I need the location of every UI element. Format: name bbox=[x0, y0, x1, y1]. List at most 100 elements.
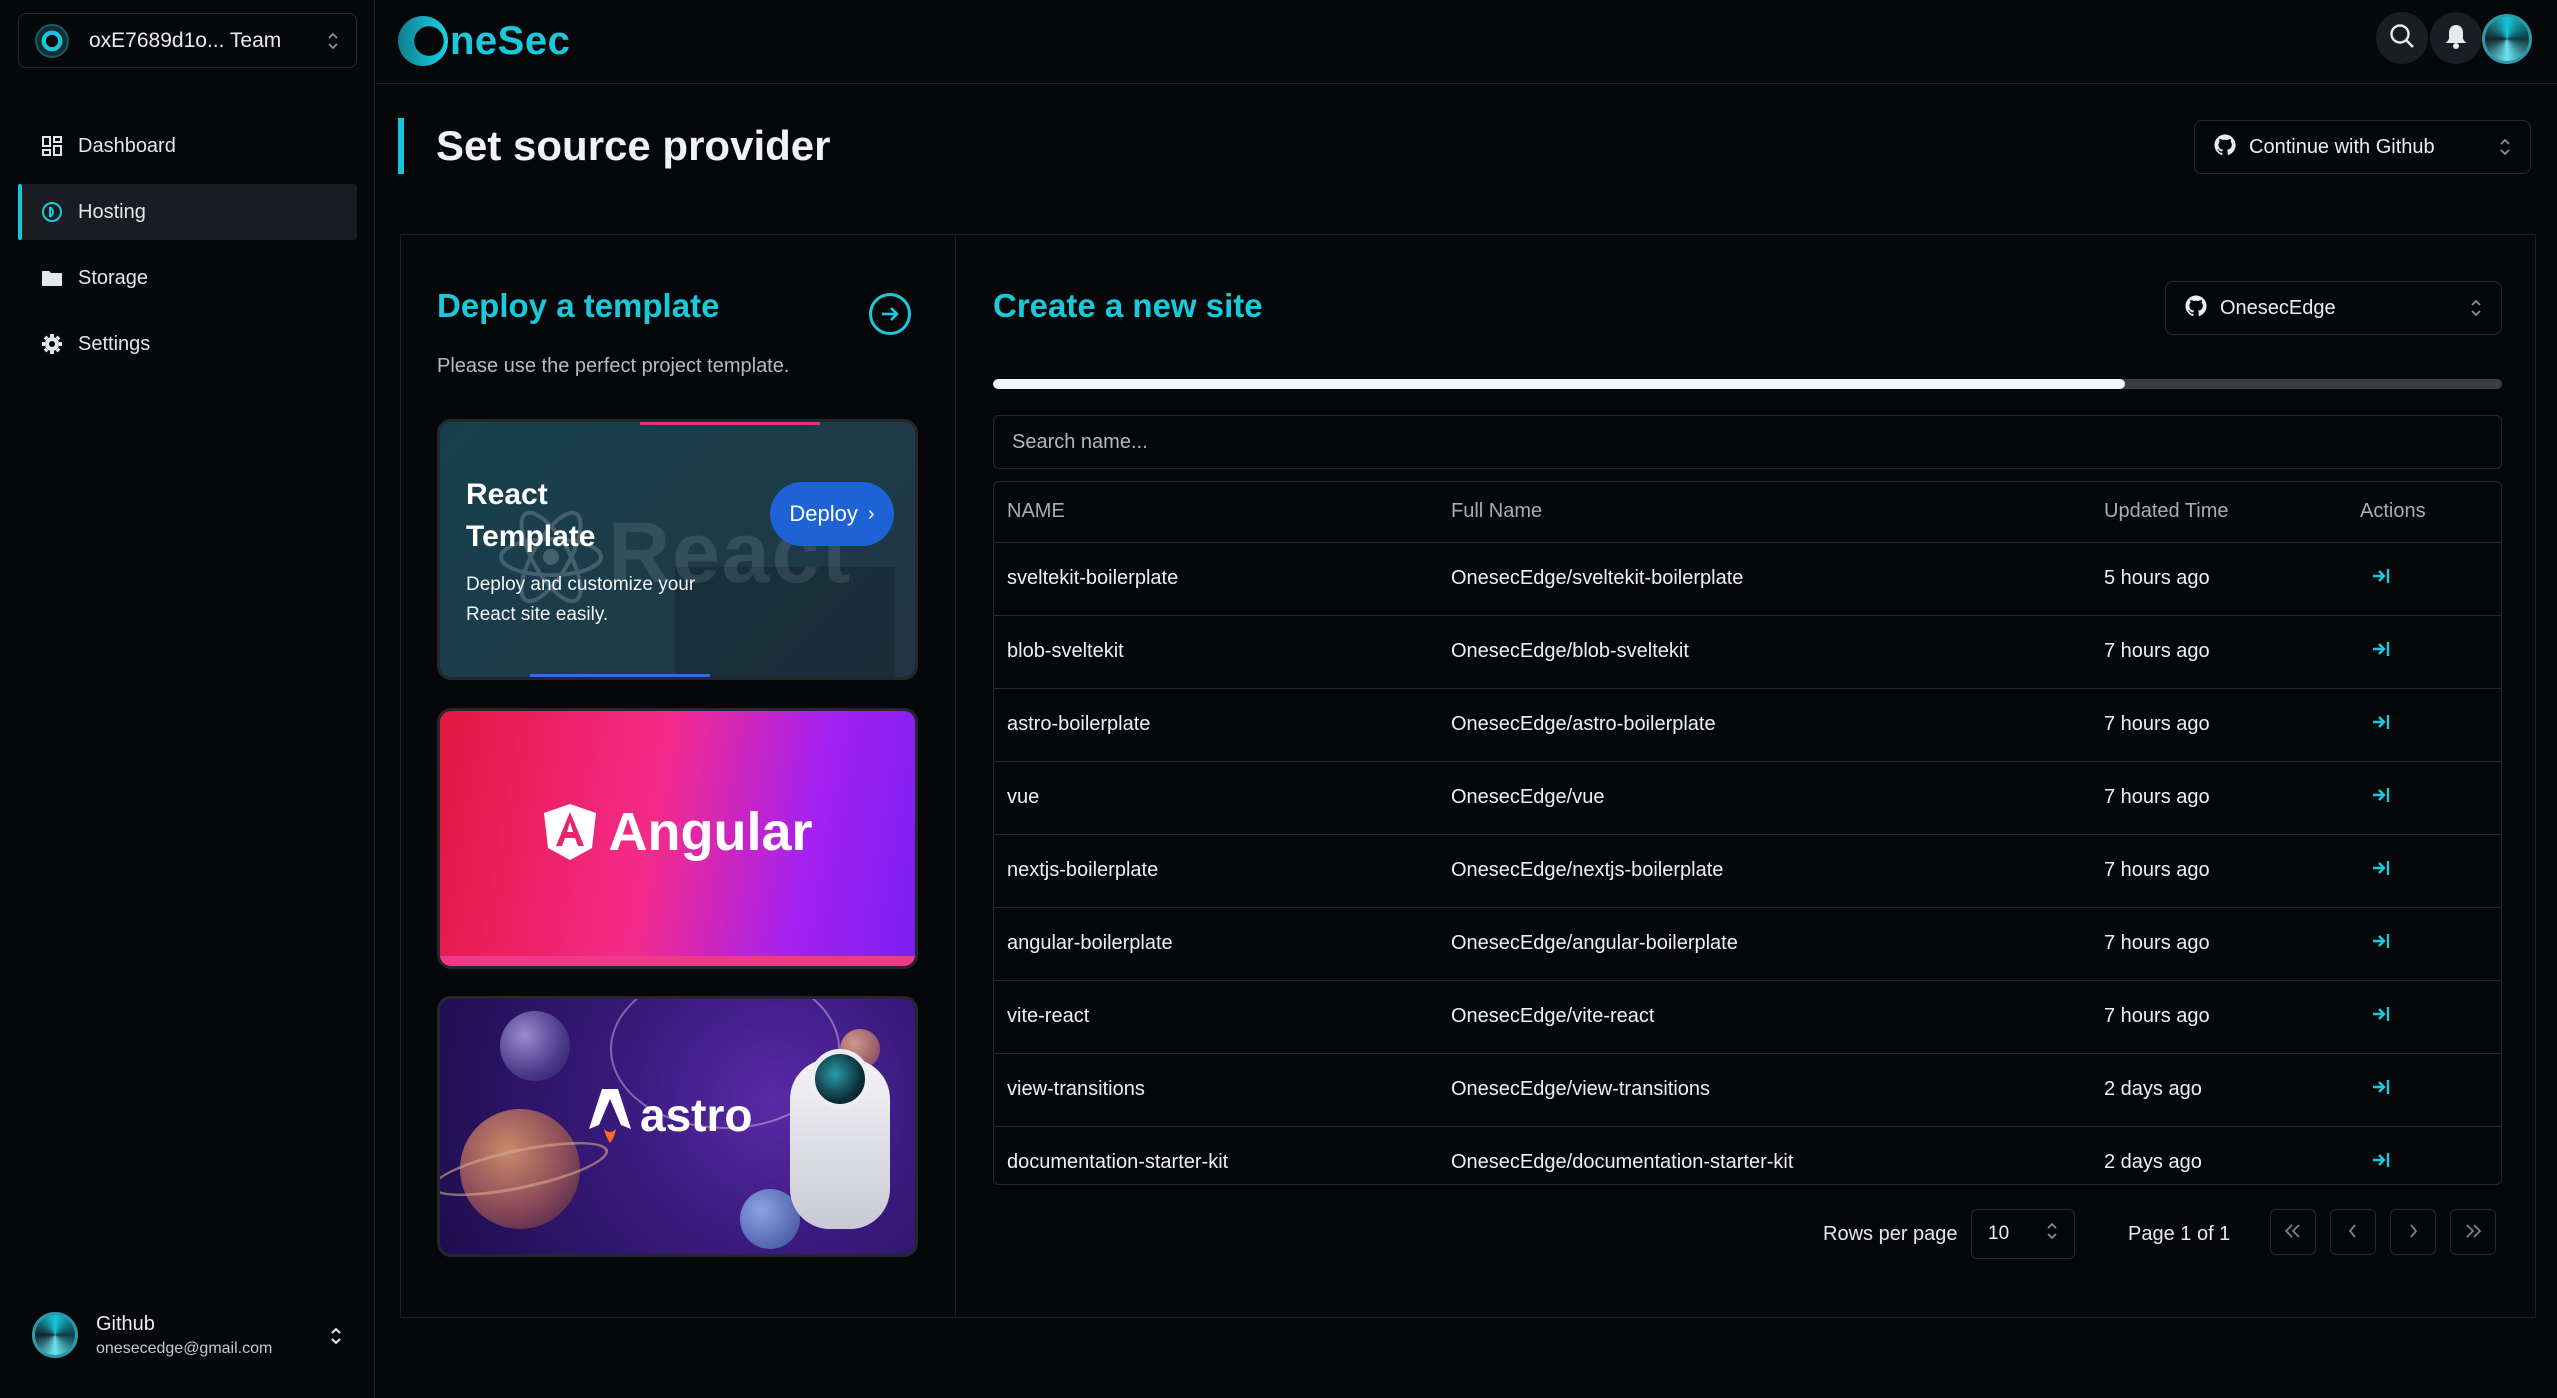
repo-updated-time: 2 days ago bbox=[2104, 1151, 2202, 1174]
planet-image bbox=[500, 1011, 570, 1081]
sidebar-item-label: Settings bbox=[78, 332, 151, 355]
actions-cell bbox=[2347, 907, 2501, 981]
angular-logo: Angular bbox=[440, 801, 915, 863]
repo-updated-time: 7 hours ago bbox=[2091, 688, 2347, 762]
chevron-up-down-icon bbox=[2469, 298, 2483, 318]
table-row[interactable]: documentation-starter-kit OnesecEdge/docu… bbox=[994, 1126, 2501, 1184]
search-icon bbox=[2388, 22, 2416, 55]
decorative-line bbox=[640, 422, 820, 425]
table-row[interactable]: nextjs-boilerplate OnesecEdge/nextjs-boil… bbox=[994, 834, 2501, 908]
chevron-up-down-icon bbox=[2046, 1222, 2058, 1246]
import-arrow-icon[interactable] bbox=[2371, 641, 2391, 663]
chevron-up-down-icon bbox=[326, 31, 340, 51]
import-arrow-icon[interactable] bbox=[2371, 787, 2391, 809]
template-card-react[interactable]: React React Template Deploy and customiz… bbox=[437, 419, 918, 680]
import-arrow-icon[interactable] bbox=[2371, 568, 2391, 590]
first-page-button[interactable] bbox=[2270, 1209, 2316, 1255]
repo-full-name: OnesecEdge/vite-react bbox=[1438, 980, 2091, 1054]
deploy-button[interactable]: Deploy › bbox=[770, 482, 894, 546]
astro-logo: astro bbox=[588, 1087, 752, 1143]
chevrons-left-icon bbox=[2283, 1219, 2303, 1245]
search-input[interactable] bbox=[993, 415, 2502, 469]
user-menu[interactable]: Github onesecedge@gmail.com bbox=[18, 1296, 357, 1374]
provider-select-label: Continue with Github bbox=[2249, 135, 2435, 158]
chevron-up-down-icon bbox=[329, 1325, 343, 1345]
rows-per-page-value: 10 bbox=[1988, 1223, 2010, 1244]
last-page-button[interactable] bbox=[2450, 1209, 2496, 1255]
repo-updated-time: 7 hours ago bbox=[2091, 834, 2347, 908]
angular-name: Angular bbox=[608, 802, 813, 862]
import-arrow-icon[interactable] bbox=[2371, 1152, 2391, 1174]
repo-full-name: OnesecEdge/view-transitions bbox=[1438, 1053, 2091, 1127]
deploy-template-title: Deploy a template bbox=[437, 287, 720, 324]
sidebar-item-storage[interactable]: Storage bbox=[18, 250, 357, 306]
actions-cell bbox=[2347, 761, 2501, 835]
repo-name: sveltekit-boilerplate bbox=[994, 542, 1438, 616]
next-page-button[interactable] bbox=[2390, 1209, 2436, 1255]
actions-cell bbox=[2347, 1053, 2501, 1127]
team-switcher[interactable]: oxE7689d1o... Team bbox=[18, 13, 357, 68]
repo-updated-time: 7 hours ago bbox=[2091, 615, 2347, 689]
org-select[interactable]: OnesecEdge bbox=[2165, 281, 2502, 335]
column-header-updated-time: Updated Time bbox=[2091, 482, 2347, 543]
page-title: Set source provider bbox=[436, 122, 831, 169]
repo-full-name: OnesecEdge/blob-sveltekit bbox=[1438, 615, 2091, 689]
table-row[interactable]: vite-react OnesecEdge/vite-react 7 hours a… bbox=[994, 980, 2501, 1054]
sidebar: oxE7689d1o... Team Dashboard Hosting Sto… bbox=[0, 0, 375, 1398]
previous-page-button[interactable] bbox=[2330, 1209, 2376, 1255]
chevrons-right-icon bbox=[2463, 1219, 2483, 1245]
table-header-row: NAME Full Name Updated Time Actions bbox=[994, 482, 2501, 543]
hosting-icon bbox=[40, 200, 64, 224]
repo-name: astro-boilerplate bbox=[994, 688, 1438, 762]
chevron-right-icon bbox=[2407, 1219, 2419, 1245]
github-icon bbox=[2184, 294, 2208, 323]
actions-cell bbox=[2347, 615, 2501, 689]
gear-icon bbox=[40, 332, 64, 356]
template-card-astro[interactable]: astro bbox=[437, 996, 918, 1257]
chevron-up-down-icon bbox=[2498, 137, 2512, 157]
repo-name: view-transitions bbox=[994, 1053, 1438, 1127]
page-header: Set source provider bbox=[398, 118, 830, 174]
brand-logo[interactable]: neSec bbox=[398, 16, 570, 66]
sidebar-item-dashboard[interactable]: Dashboard bbox=[18, 118, 357, 174]
repo-updated-time: 5 hours ago bbox=[2091, 542, 2347, 616]
astronaut-visor bbox=[810, 1049, 870, 1109]
table-row[interactable]: blob-sveltekit OnesecEdge/blob-sveltekit 7… bbox=[994, 615, 2501, 689]
table-row[interactable]: astro-boilerplate OnesecEdge/astro-boiler… bbox=[994, 688, 2501, 762]
search-button[interactable] bbox=[2376, 12, 2428, 64]
org-select-label: OnesecEdge bbox=[2220, 296, 2336, 319]
rows-per-page-label: Rows per page bbox=[1823, 1223, 1958, 1245]
table-row[interactable]: view-transitions OnesecEdge/view-transiti… bbox=[994, 1053, 2501, 1127]
team-name: oxE7689d1o... Team bbox=[89, 28, 282, 52]
table-row[interactable]: vue OnesecEdge/vue 7 hours ago bbox=[994, 761, 2501, 835]
create-site-column: Create a new site OnesecEdge NAME Full N… bbox=[957, 235, 2535, 1317]
arrow-right-circle-icon[interactable] bbox=[869, 293, 911, 335]
repo-full-name: OnesecEdge/vue bbox=[1438, 761, 2091, 835]
sidebar-item-hosting[interactable]: Hosting bbox=[18, 184, 357, 240]
notifications-button[interactable] bbox=[2430, 12, 2482, 64]
repo-updated-time: 7 hours ago bbox=[2091, 907, 2347, 981]
actions-cell bbox=[2347, 1126, 2501, 1184]
import-arrow-icon[interactable] bbox=[2371, 1006, 2391, 1028]
import-arrow-icon[interactable] bbox=[2371, 933, 2391, 955]
table-row[interactable]: angular-boilerplate OnesecEdge/angular-bo… bbox=[994, 907, 2501, 981]
avatar[interactable] bbox=[2482, 14, 2532, 64]
template-card-angular[interactable]: Angular bbox=[437, 708, 918, 969]
github-icon bbox=[2213, 133, 2237, 162]
import-arrow-icon[interactable] bbox=[2371, 714, 2391, 736]
user-name: Github bbox=[96, 1312, 155, 1335]
import-arrow-icon[interactable] bbox=[2371, 1079, 2391, 1101]
import-arrow-icon[interactable] bbox=[2371, 860, 2391, 882]
repo-name: vite-react bbox=[994, 980, 1438, 1054]
column-header-actions: Actions bbox=[2347, 482, 2501, 543]
sidebar-item-settings[interactable]: Settings bbox=[18, 316, 357, 372]
repo-table: NAME Full Name Updated Time Actions svel… bbox=[993, 481, 2502, 1185]
rows-per-page-select[interactable]: 10 bbox=[1971, 1209, 2075, 1259]
avatar bbox=[32, 1312, 78, 1358]
table-row[interactable]: sveltekit-boilerplate OnesecEdge/svelteki… bbox=[994, 542, 2501, 616]
main-panel: Deploy a template Please use the perfect… bbox=[400, 234, 2536, 1318]
progress-bar-fill bbox=[993, 379, 2125, 389]
folder-icon bbox=[40, 266, 64, 290]
provider-select[interactable]: Continue with Github bbox=[2194, 120, 2531, 174]
actions-cell bbox=[2347, 688, 2501, 762]
